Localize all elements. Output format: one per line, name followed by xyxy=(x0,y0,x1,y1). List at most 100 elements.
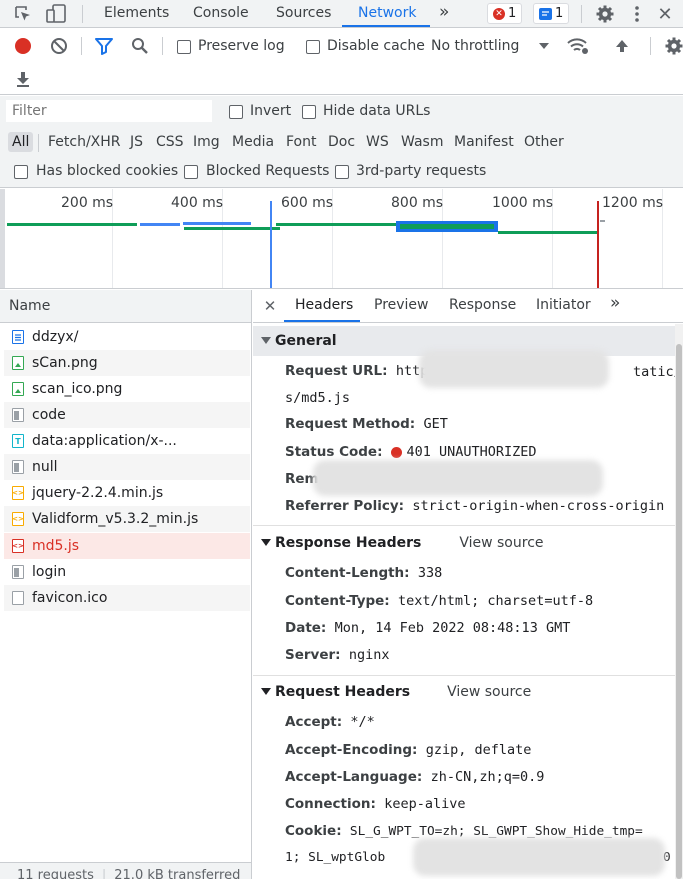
tab-response[interactable]: Response xyxy=(449,297,516,313)
has-blocked-cookies-checkbox[interactable] xyxy=(14,165,28,179)
list-item[interactable]: scan_ico.png xyxy=(4,376,250,402)
filter-funnel-icon[interactable] xyxy=(94,37,114,55)
filter-bar: Invert Hide data URLs All Fetch/XHR JS C… xyxy=(0,96,683,188)
request-name: code xyxy=(32,407,66,423)
name-column-header[interactable]: Name xyxy=(9,298,50,314)
active-tab-indicator xyxy=(284,320,360,322)
filter-input[interactable] xyxy=(6,100,212,122)
disable-cache-checkbox[interactable] xyxy=(306,40,320,54)
list-item[interactable]: <> Validform_v5.3.2_min.js xyxy=(4,506,250,532)
list-item[interactable]: ddzyx/ xyxy=(4,324,250,350)
file-icon xyxy=(12,460,24,474)
settings-gear-icon[interactable] xyxy=(595,4,615,24)
blocked-requests-label: Blocked Requests xyxy=(206,163,330,179)
header-value: strict-origin-when-cross-origin xyxy=(412,498,665,514)
chevron-down-icon[interactable] xyxy=(538,40,550,52)
request-name: null xyxy=(32,459,58,475)
request-name: Validform_v5.3.2_min.js xyxy=(32,511,199,527)
error-icon: ✕ xyxy=(493,7,505,20)
inspect-element-icon[interactable] xyxy=(14,5,32,23)
tab-console[interactable]: Console xyxy=(193,5,249,21)
close-devtools-icon[interactable]: ✕ xyxy=(655,4,675,25)
type-filter-media[interactable]: Media xyxy=(232,134,274,150)
header-value: text/html; charset=utf-8 xyxy=(398,593,594,609)
tab-sources[interactable]: Sources xyxy=(276,5,331,21)
type-filter-css[interactable]: CSS xyxy=(156,134,184,150)
record-stop-button[interactable] xyxy=(15,38,31,54)
request-name: data:application/x-... xyxy=(32,433,177,449)
close-details-icon[interactable]: ✕ xyxy=(262,297,278,315)
header-key: Accept-Encoding: xyxy=(285,742,418,758)
details-scrollbar-thumb[interactable] xyxy=(676,344,682,879)
export-har-download-icon[interactable] xyxy=(14,70,32,88)
view-source-link[interactable]: View source xyxy=(459,535,543,551)
message-count: 1 xyxy=(555,6,564,21)
blocked-requests-checkbox[interactable] xyxy=(184,165,198,179)
waterfall-bar xyxy=(183,222,251,225)
invert-label: Invert xyxy=(250,103,292,119)
type-filter-doc[interactable]: Doc xyxy=(328,134,355,150)
clear-log-icon[interactable] xyxy=(50,37,68,55)
throttling-select[interactable]: No throttling xyxy=(431,38,519,54)
request-headers-section-header[interactable]: Request Headers View source xyxy=(253,677,675,707)
list-item[interactable]: null xyxy=(4,454,250,480)
request-name: favicon.ico xyxy=(32,590,108,606)
preserve-log-label: Preserve log xyxy=(198,38,285,54)
view-source-link[interactable]: View source xyxy=(447,684,531,700)
overview-left-handle[interactable] xyxy=(0,189,5,288)
list-item[interactable]: <> jquery-2.2.4.min.js xyxy=(4,480,250,506)
more-tabs-button[interactable]: » xyxy=(439,2,449,22)
search-icon[interactable] xyxy=(130,37,150,55)
response-headers-section-header[interactable]: Response Headers View source xyxy=(253,528,675,558)
more-tabs-button[interactable]: » xyxy=(610,293,620,313)
network-settings-gear-icon[interactable] xyxy=(664,36,683,56)
preserve-log-checkbox[interactable] xyxy=(177,40,191,54)
network-overview-timeline[interactable]: 200 ms 400 ms 600 ms 800 ms 1000 ms 1200… xyxy=(0,189,683,289)
header-key: Cookie: xyxy=(285,823,342,839)
type-filter-ws[interactable]: WS xyxy=(366,134,389,150)
type-filter-other[interactable]: Other xyxy=(524,134,564,150)
message-counter-button[interactable]: 1 xyxy=(533,3,570,24)
details-scrollbar-track[interactable] xyxy=(675,324,683,879)
header-key: Date: xyxy=(285,620,327,636)
list-item[interactable]: T data:application/x-... xyxy=(4,428,250,454)
type-filter-font[interactable]: Font xyxy=(286,134,316,150)
hide-data-urls-checkbox[interactable] xyxy=(302,105,316,119)
header-row: Accept: */* xyxy=(285,714,375,730)
header-key: Connection: xyxy=(285,796,376,812)
tab-preview[interactable]: Preview xyxy=(374,297,429,313)
list-item[interactable]: login xyxy=(4,559,250,585)
type-filter-img[interactable]: Img xyxy=(193,134,220,150)
type-filter-js[interactable]: JS xyxy=(130,134,143,150)
cookie-row: Cookie: SL_G_WPT_TO=zh; SL_GWPT_Show_Hid… xyxy=(285,823,643,839)
import-har-upload-icon[interactable] xyxy=(613,37,631,55)
type-filter-manifest[interactable]: Manifest xyxy=(454,134,514,150)
invert-checkbox[interactable] xyxy=(229,105,243,119)
more-options-icon[interactable] xyxy=(633,4,641,24)
list-item[interactable]: sCan.png xyxy=(4,350,250,376)
list-item-selected[interactable]: <> md5.js xyxy=(4,533,250,559)
redacted-blur xyxy=(419,350,609,388)
tab-initiator[interactable]: Initiator xyxy=(536,297,591,313)
header-value: zh-CN,zh;q=0.9 xyxy=(430,769,545,785)
header-value: gzip, deflate xyxy=(425,742,532,758)
tab-network[interactable]: Network xyxy=(358,5,416,21)
timeline-tick: 200 ms xyxy=(61,195,114,211)
error-counter-button[interactable]: ✕ 1 xyxy=(487,3,523,24)
section-title: Response Headers xyxy=(275,535,422,551)
list-item[interactable]: code xyxy=(4,402,250,428)
header-key: Server: xyxy=(285,647,341,663)
header-key: Content-Length: xyxy=(285,565,410,581)
type-filter-wasm[interactable]: Wasm xyxy=(401,134,443,150)
type-filter-fetch-xhr[interactable]: Fetch/XHR xyxy=(48,134,121,150)
type-filter-all[interactable]: All xyxy=(8,132,34,152)
third-party-requests-checkbox[interactable] xyxy=(335,165,349,179)
tab-headers[interactable]: Headers xyxy=(295,297,353,313)
network-conditions-wifi-icon[interactable] xyxy=(566,37,590,55)
header-value: s/md5.js xyxy=(285,390,351,406)
timeline-tick: 1200 ms xyxy=(602,195,664,211)
device-toolbar-icon[interactable] xyxy=(46,4,68,24)
request-list-header[interactable]: Name xyxy=(0,290,251,323)
tab-elements[interactable]: Elements xyxy=(104,5,169,21)
list-item[interactable]: favicon.ico xyxy=(4,585,250,611)
